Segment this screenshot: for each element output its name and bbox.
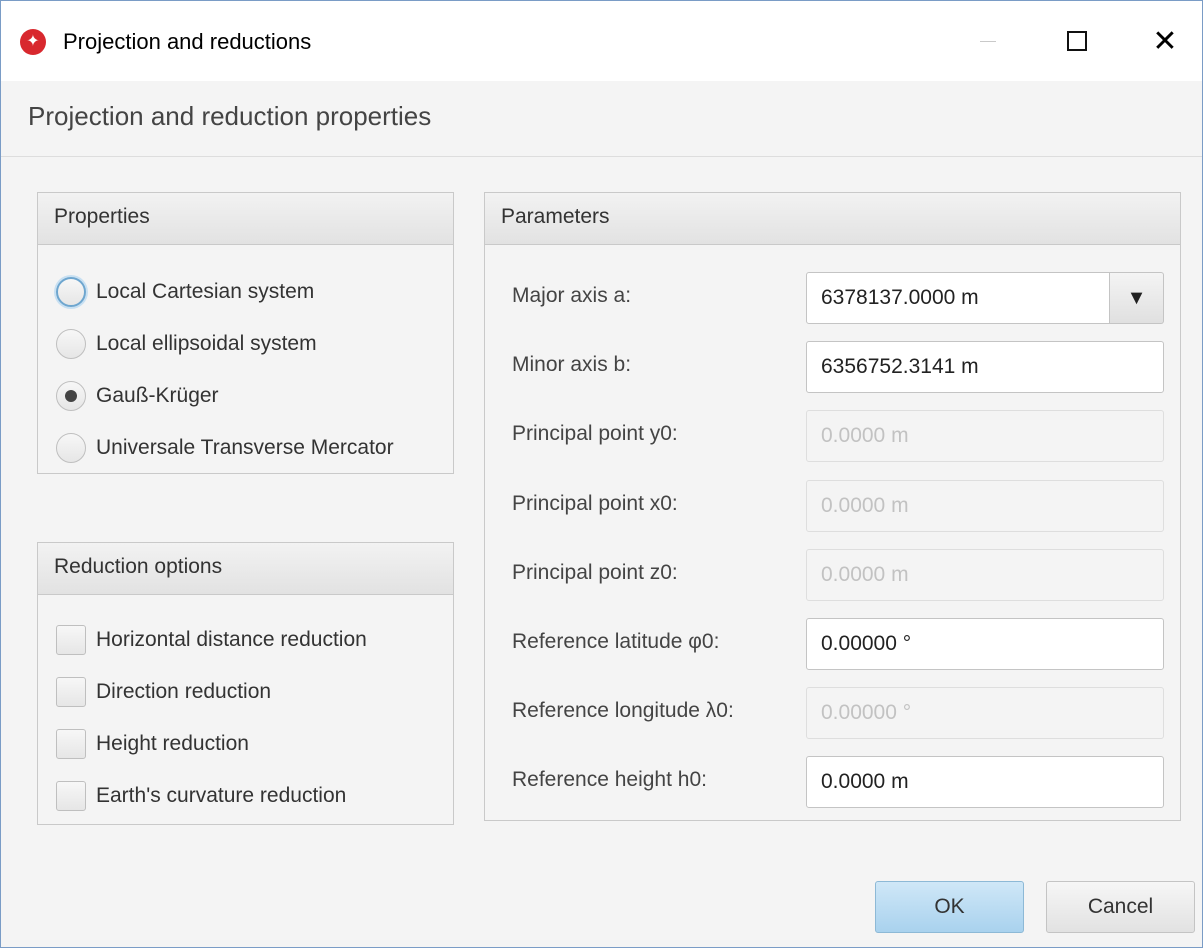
radio-label: Universale Transverse Mercator xyxy=(96,436,394,459)
minimize-button[interactable] xyxy=(965,19,1011,63)
check-horizontal-distance[interactable]: Horizontal distance reduction xyxy=(56,621,367,659)
radio-button[interactable] xyxy=(56,381,86,411)
radio-label: Local ellipsoidal system xyxy=(96,332,317,355)
param-label: Reference latitude φ0: xyxy=(512,630,720,653)
cancel-button[interactable]: Cancel xyxy=(1046,881,1195,933)
reference-latitude-input[interactable]: 0.00000 ° xyxy=(806,618,1164,670)
radio-local-ellipsoidal[interactable]: Local ellipsoidal system xyxy=(56,325,317,363)
radio-button[interactable] xyxy=(56,329,86,359)
param-row-principal-y0: Principal point y0: 0.0000 m xyxy=(485,410,1180,462)
check-earth-curvature[interactable]: Earth's curvature reduction xyxy=(56,777,346,815)
ok-button[interactable]: OK xyxy=(875,881,1024,933)
radio-gauss-krueger[interactable]: Gauß-Krüger xyxy=(56,377,219,415)
minor-axis-input[interactable]: 6356752.3141 m xyxy=(806,341,1164,393)
title-bar: ✦ Projection and reductions ✕ xyxy=(1,1,1202,81)
param-row-ref-longitude: Reference longitude λ0: 0.00000 ° xyxy=(485,687,1180,739)
principal-y0-input: 0.0000 m xyxy=(806,410,1164,462)
param-label: Major axis a: xyxy=(512,284,632,307)
dialog-heading: Projection and reduction properties xyxy=(28,101,432,131)
maximize-button[interactable] xyxy=(1054,19,1100,63)
major-axis-dropdown-button[interactable]: ▼ xyxy=(1110,272,1164,324)
param-label: Reference height h0: xyxy=(512,768,707,791)
reduction-options-panel: Reduction options Horizontal distance re… xyxy=(37,542,454,825)
close-icon: ✕ xyxy=(1152,24,1178,58)
close-button[interactable]: ✕ xyxy=(1142,19,1188,63)
checkbox-label: Earth's curvature reduction xyxy=(96,784,347,807)
principal-x0-input: 0.0000 m xyxy=(806,480,1164,532)
reference-longitude-input: 0.00000 ° xyxy=(806,687,1164,739)
check-height[interactable]: Height reduction xyxy=(56,725,249,763)
radio-local-cartesian[interactable]: Local Cartesian system xyxy=(56,273,314,311)
param-row-principal-x0: Principal point x0: 0.0000 m xyxy=(485,480,1180,532)
param-row-major-axis: Major axis a: 6378137.0000 m ▼ xyxy=(485,272,1180,324)
checkbox-label: Direction reduction xyxy=(96,680,272,703)
param-label: Principal point y0: xyxy=(512,422,678,445)
param-label: Principal point x0: xyxy=(512,492,678,515)
checkbox[interactable] xyxy=(56,729,86,759)
param-row-ref-latitude: Reference latitude φ0: 0.00000 ° xyxy=(485,618,1180,670)
checkbox[interactable] xyxy=(56,781,86,811)
properties-panel: Properties Local Cartesian system Local … xyxy=(37,192,454,474)
radio-button[interactable] xyxy=(56,433,86,463)
reference-height-input[interactable]: 0.0000 m xyxy=(806,756,1164,808)
window-title: Projection and reductions xyxy=(63,29,312,54)
parameters-panel: Parameters Major axis a: 6378137.0000 m … xyxy=(484,192,1181,821)
dialog-window: ✦ Projection and reductions ✕ Projection… xyxy=(0,0,1203,948)
param-label: Minor axis b: xyxy=(512,353,632,376)
minimize-icon xyxy=(980,40,996,42)
checkbox-label: Height reduction xyxy=(96,732,249,755)
checkbox[interactable] xyxy=(56,625,86,655)
param-label: Principal point z0: xyxy=(512,561,678,584)
param-row-ref-height: Reference height h0: 0.0000 m xyxy=(485,756,1180,808)
maximize-icon xyxy=(1067,31,1087,51)
param-row-principal-z0: Principal point z0: 0.0000 m xyxy=(485,549,1180,601)
principal-z0-input: 0.0000 m xyxy=(806,549,1164,601)
radio-selected-dot xyxy=(65,390,77,402)
major-axis-input[interactable]: 6378137.0000 m xyxy=(806,272,1110,324)
check-direction[interactable]: Direction reduction xyxy=(56,673,271,711)
dropdown-arrow-icon: ▼ xyxy=(1126,286,1147,309)
checkbox[interactable] xyxy=(56,677,86,707)
properties-header: Properties xyxy=(38,193,453,245)
app-icon: ✦ xyxy=(20,29,46,55)
radio-utm[interactable]: Universale Transverse Mercator xyxy=(56,429,394,467)
radio-button[interactable] xyxy=(56,277,86,307)
checkbox-label: Horizontal distance reduction xyxy=(96,628,367,651)
radio-label: Local Cartesian system xyxy=(96,280,315,303)
parameters-header: Parameters xyxy=(485,193,1180,245)
param-label: Reference longitude λ0: xyxy=(512,699,734,722)
radio-label: Gauß-Krüger xyxy=(96,384,219,407)
param-row-minor-axis: Minor axis b: 6356752.3141 m xyxy=(485,341,1180,393)
reduction-options-header: Reduction options xyxy=(38,543,453,595)
